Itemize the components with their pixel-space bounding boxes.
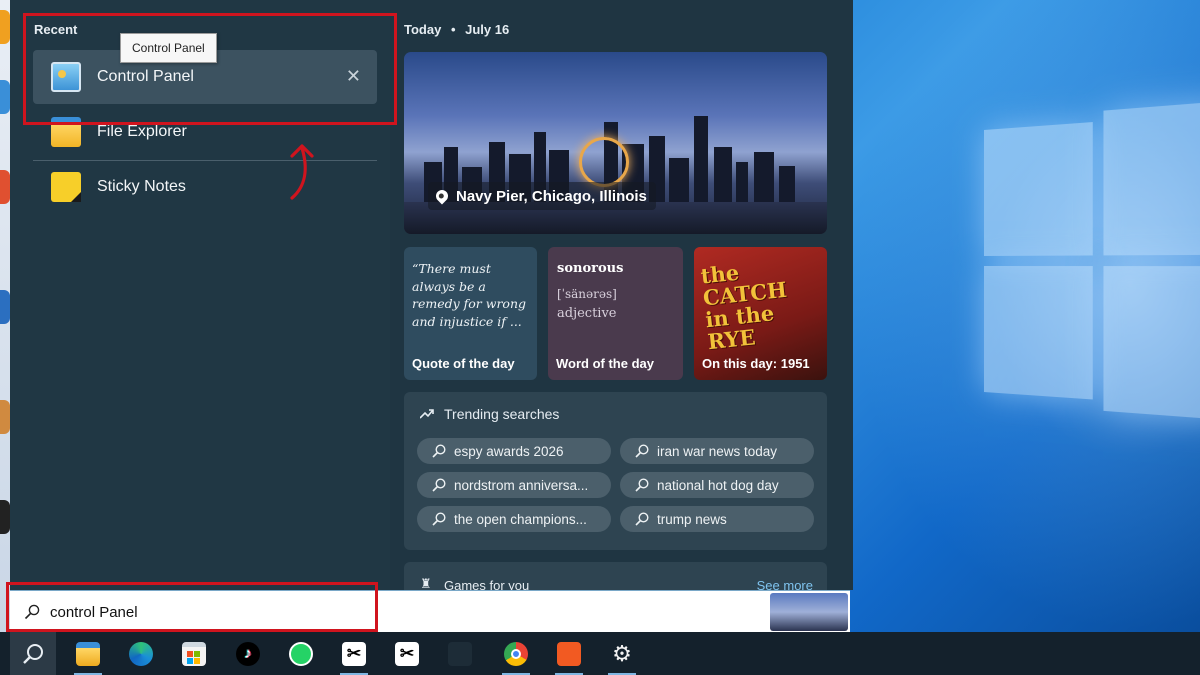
desktop-icon[interactable] — [0, 400, 10, 434]
trending-pill[interactable]: the open champions... — [417, 506, 611, 532]
trending-icon — [420, 409, 434, 419]
reader-icon — [557, 641, 581, 666]
store-icon — [182, 641, 206, 666]
tiktok-icon: ♪ — [236, 641, 260, 666]
taskbar: ♪ ✂ ✂ ⚙ — [0, 632, 1200, 675]
app-icon — [448, 641, 472, 666]
settings-icon: ⚙ — [612, 640, 632, 666]
edge-icon — [129, 641, 153, 666]
highlight-box-recent — [23, 13, 397, 125]
desktop-icon[interactable] — [0, 10, 10, 44]
word-of-the-day-card[interactable]: sonorous [ˈsänərəs] adjective Word of th… — [548, 247, 683, 380]
taskbar-file-explorer[interactable] — [65, 632, 111, 675]
trending-pill-label: the open champions... — [454, 511, 587, 527]
trending-pill[interactable]: national hot dog day — [620, 472, 814, 498]
taskbar-store[interactable] — [171, 632, 217, 675]
trending-pill-label: trump news — [657, 511, 727, 527]
taskbar-whatsapp[interactable] — [278, 632, 324, 675]
hero-caption[interactable]: Navy Pier, Chicago, Illinois — [428, 182, 656, 210]
taskbar-reader[interactable] — [546, 632, 592, 675]
recent-item-label: File Explorer — [97, 123, 187, 140]
word: sonorous — [557, 261, 624, 276]
trending-pill-label: espy awards 2026 — [454, 443, 564, 459]
trending-title: Trending searches — [444, 406, 560, 422]
card-footer: On this day: 1951 — [702, 356, 810, 371]
capcut-icon: ✂ — [342, 641, 366, 666]
whatsapp-icon — [289, 641, 313, 666]
trending-pill-label: national hot dog day — [657, 477, 779, 493]
pronunciation: [ˈsänərəs] — [557, 287, 617, 301]
file-explorer-icon — [76, 641, 100, 666]
desktop-icon[interactable] — [0, 80, 10, 114]
desktop-icon[interactable] — [0, 170, 10, 204]
book-cover-image: the CATCH in the RYE — [699, 259, 789, 355]
trending-heading: Trending searches — [420, 406, 559, 422]
today-date: July 16 — [465, 22, 510, 37]
card-footer: Quote of the day — [412, 356, 515, 371]
on-this-day-card[interactable]: the CATCH in the RYE On this day: 1951 — [694, 247, 827, 380]
windows-logo-wallpaper — [984, 100, 1200, 421]
games-icon: ♜ — [420, 576, 432, 590]
hero-image-card[interactable]: Navy Pier, Chicago, Illinois — [404, 52, 827, 234]
sticky-notes-icon — [51, 172, 81, 202]
today-label: Today — [404, 22, 442, 37]
search-icon — [635, 444, 649, 458]
trending-searches: Trending searches espy awards 2026 iran … — [404, 392, 827, 550]
trending-pill-label: iran war news today — [657, 443, 778, 459]
desktop-icon[interactable] — [0, 290, 10, 324]
search-icon — [432, 478, 446, 492]
search-icon — [432, 444, 446, 458]
quote-of-the-day-card[interactable]: “There must always be a remedy for wrong… — [404, 247, 537, 380]
today-separator: • — [450, 22, 456, 37]
taskbar-capcut[interactable]: ✂ — [331, 632, 377, 675]
taskbar-chrome[interactable] — [493, 632, 539, 675]
see-more-link[interactable]: See more — [757, 578, 813, 590]
search-icon — [23, 643, 43, 664]
taskbar-tiktok[interactable]: ♪ — [225, 632, 271, 675]
search-highlight-image[interactable] — [770, 593, 848, 631]
taskbar-search-button[interactable] — [10, 632, 56, 675]
taskbar-blank[interactable] — [437, 632, 483, 675]
trending-pill[interactable]: iran war news today — [620, 438, 814, 464]
highlight-box-search — [6, 582, 378, 632]
recent-item-label: Sticky Notes — [97, 178, 186, 195]
taskbar-capcut[interactable]: ✂ — [384, 632, 430, 675]
games-title: Games for you — [444, 578, 530, 590]
taskbar-edge[interactable] — [118, 632, 164, 675]
trending-pill[interactable]: nordstrom anniversa... — [417, 472, 611, 498]
ferris-wheel — [579, 137, 629, 187]
search-icon — [635, 512, 649, 526]
search-icon — [635, 478, 649, 492]
hero-caption-text: Navy Pier, Chicago, Illinois — [456, 187, 647, 205]
card-footer: Word of the day — [556, 356, 654, 371]
quote-text: “There must always be a remedy for wrong… — [412, 261, 527, 329]
taskbar-settings[interactable]: ⚙ — [599, 632, 645, 675]
capcut-icon: ✂ — [395, 641, 419, 666]
part-of-speech: adjective — [557, 306, 617, 321]
chrome-icon — [504, 641, 528, 666]
desktop-icon[interactable] — [0, 500, 10, 534]
games-section: ♜ Games for you See more — [404, 562, 827, 590]
trending-pill[interactable]: trump news — [620, 506, 814, 532]
trending-pill-label: nordstrom anniversa... — [454, 477, 589, 493]
today-heading: Today • July 16 — [404, 22, 509, 37]
desktop-icon-strip — [0, 0, 10, 632]
search-icon — [432, 512, 446, 526]
annotation-arrow-icon — [290, 144, 314, 200]
trending-pill[interactable]: espy awards 2026 — [417, 438, 611, 464]
location-pin-icon — [433, 187, 451, 205]
